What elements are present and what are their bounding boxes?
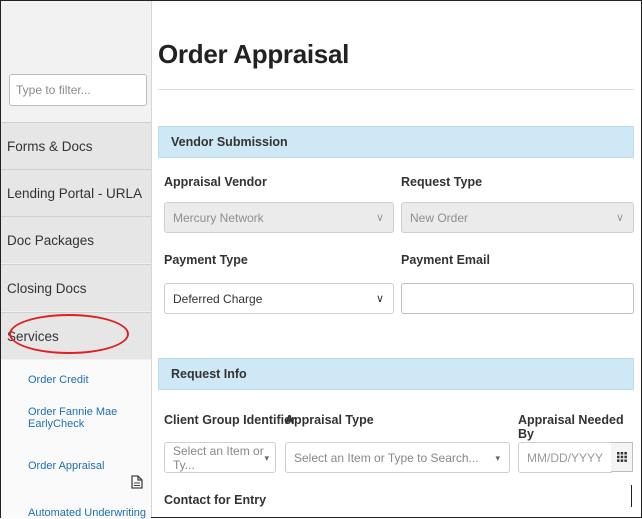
appraisal-needed-by-input[interactable]: MM/DD/YYYY [518,442,612,473]
date-placeholder: MM/DD/YYYY [527,450,604,465]
chevron-down-icon: ∨ [375,212,384,224]
contact-for-entry-label: Contact for Entry [164,493,267,507]
main-content: Order Appraisal Vendor Submission Apprai… [152,1,640,517]
chevron-down-icon: ∨ [615,212,624,224]
services-submenu: Order Credit Order Fannie Mae EarlyCheck… [1,360,151,519]
calendar-button[interactable] [611,442,633,472]
request-type-select[interactable]: New Order ∨ [401,202,634,233]
submenu-item-automated-underwriting[interactable]: Automated Underwriting [28,507,146,519]
client-group-placeholder: Select an Item or Ty... [173,443,264,472]
sidebar-item-forms-docs[interactable]: Forms & Docs [1,122,151,169]
appraisal-needed-by-label: Appraisal Needed By [518,413,624,441]
payment-type-select[interactable]: Deferred Charge ∨ [164,283,394,314]
sidebar-item-label: Lending Portal - URLA [7,185,143,201]
document-icon[interactable] [131,475,143,492]
sidebar-item-closing-docs[interactable]: Closing Docs [1,264,151,311]
payment-type-value: Deferred Charge [173,291,263,306]
chevron-down-icon: ▾ [495,453,500,463]
sidebar-item-label: Services [7,328,59,344]
appraisal-vendor-value: Mercury Network [173,210,264,225]
vendor-submission-header[interactable]: Vendor Submission [158,126,634,158]
request-info-header[interactable]: Request Info [158,358,634,390]
title-divider [158,89,634,90]
appraisal-type-placeholder: Select an Item or Type to Search... [294,450,479,465]
payment-email-input[interactable] [401,283,634,314]
appraisal-type-select[interactable]: Select an Item or Type to Search... ▾ [285,442,510,473]
request-type-label: Request Type [401,175,483,189]
client-group-select[interactable]: Select an Item or Ty... ▾ [164,442,276,473]
sidebar-item-label: Closing Docs [7,280,87,296]
submenu-item-order-fannie-mae[interactable]: Order Fannie Mae EarlyCheck [28,406,128,430]
sidebar-item-label: Forms & Docs [7,138,93,154]
chevron-down-icon: ∨ [375,293,384,305]
sidebar-item-label: Doc Packages [7,232,95,248]
request-type-value: New Order [410,210,469,225]
payment-type-label: Payment Type [164,253,248,267]
sidebar: Forms & Docs Lending Portal - URLA Doc P… [1,1,152,519]
calendar-icon [616,450,627,465]
chevron-down-icon: ▾ [264,453,269,463]
appraisal-type-label: Appraisal Type [285,413,374,427]
sidebar-item-services[interactable]: Services [1,312,151,359]
submenu-item-order-credit[interactable]: Order Credit [28,374,89,386]
sidebar-item-doc-packages[interactable]: Doc Packages [1,216,151,263]
text-cursor [631,485,632,507]
client-group-label: Client Group Identifier [164,413,296,427]
page-title: Order Appraisal [158,39,350,69]
appraisal-vendor-select[interactable]: Mercury Network ∨ [164,202,394,233]
sidebar-item-lending-portal[interactable]: Lending Portal - URLA [1,169,151,216]
submenu-item-order-appraisal[interactable]: Order Appraisal [28,460,104,472]
appraisal-vendor-label: Appraisal Vendor [164,175,267,189]
filter-input[interactable] [9,74,147,106]
payment-email-label: Payment Email [401,253,490,267]
